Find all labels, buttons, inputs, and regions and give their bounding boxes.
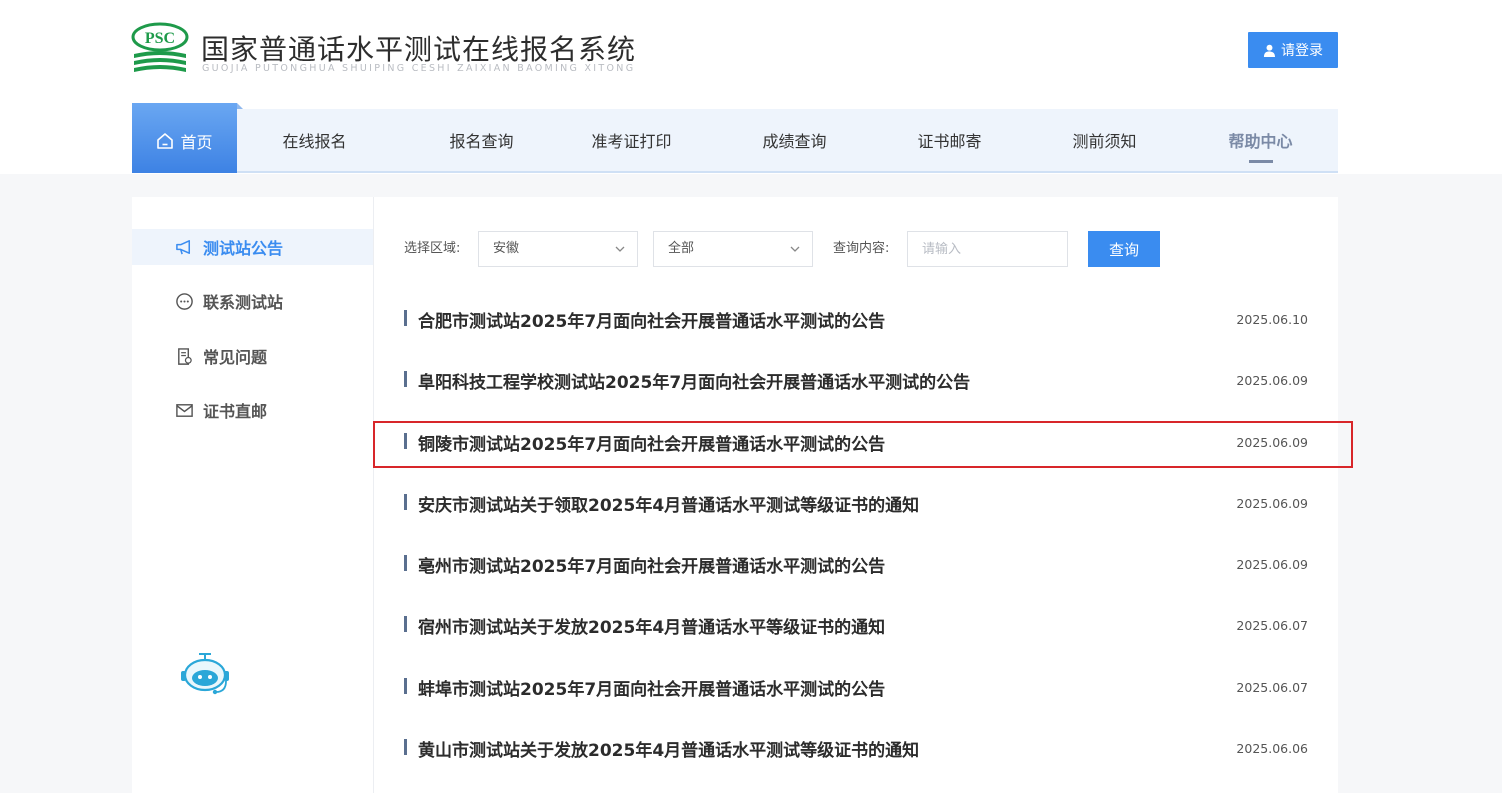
login-label: 请登录 xyxy=(1281,43,1323,59)
content-panel: 测试站公告 联系测试站 常见问题 证书直邮 选择区域: 安徽 全部 查询内容: … xyxy=(132,197,1338,793)
list-item[interactable]: 宿州市测试站关于发放2025年4月普通话水平等级证书的通知 2025.06.07 xyxy=(374,596,1338,657)
list-item-title[interactable]: 蚌埠市测试站2025年7月面向社会开展普通话水平测试的公告 xyxy=(418,675,885,700)
nav-online-registration[interactable]: 在线报名 xyxy=(237,109,392,171)
query-button[interactable]: 查询 xyxy=(1088,231,1160,267)
region-select[interactable]: 安徽 xyxy=(478,231,638,267)
list-item[interactable]: 阜阳科技工程学校测试站2025年7月面向社会开展普通话水平测试的公告 2025.0… xyxy=(374,351,1338,412)
list-item-marker xyxy=(404,493,407,510)
list-item-title[interactable]: 阜阳科技工程学校测试站2025年7月面向社会开展普通话水平测试的公告 xyxy=(418,368,970,393)
sidebar-item-station-announcements[interactable]: 测试站公告 xyxy=(132,229,373,265)
list-item-date: 2025.06.10 xyxy=(1236,312,1308,327)
nav-home[interactable]: 首页 xyxy=(132,103,237,173)
nav-home-label: 首页 xyxy=(180,133,213,152)
sidebar-item-faq[interactable]: 常见问题 xyxy=(132,338,373,374)
list-item-date: 2025.06.09 xyxy=(1236,557,1308,573)
psc-logo-icon: PSC xyxy=(131,22,189,72)
list-item-title[interactable]: 安庆市测试站关于领取2025年4月普通话水平测试等级证书的通知 xyxy=(418,491,919,516)
list-item-title[interactable]: 黄山市测试站关于发放2025年4月普通话水平测试等级证书的通知 xyxy=(418,736,919,761)
chat-icon xyxy=(176,292,193,310)
sidebar-item-label: 联系测试站 xyxy=(203,293,284,312)
list-item[interactable]: 合肥市测试站2025年7月面向社会开展普通话水平测试的公告 2025.06.10 xyxy=(374,290,1338,351)
list-item-marker xyxy=(404,677,407,694)
region-label: 选择区域: xyxy=(404,241,461,256)
home-icon xyxy=(157,133,174,149)
main-nav: 首页 在线报名 报名查询 准考证打印 成绩查询 证书邮寄 测前须知 帮助中心 xyxy=(132,103,1338,173)
sidebar-item-contact-station[interactable]: 联系测试站 xyxy=(132,283,373,319)
announcement-list: 合肥市测试站2025年7月面向社会开展普通话水平测试的公告 2025.06.10 … xyxy=(374,290,1338,780)
list-item[interactable]: 安庆市测试站关于领取2025年4月普通话水平测试等级证书的通知 2025.06.0… xyxy=(374,474,1338,535)
sidebar-item-certificate-direct-mail[interactable]: 证书直邮 xyxy=(132,392,373,428)
list-item-date: 2025.06.09 xyxy=(1236,434,1308,450)
list-item[interactable]: 铜陵市测试站2025年7月面向社会开展普通话水平测试的公告 2025.06.09 xyxy=(374,413,1338,474)
list-item[interactable]: 亳州市测试站2025年7月面向社会开展普通话水平测试的公告 2025.06.09 xyxy=(374,535,1338,596)
megaphone-icon xyxy=(176,239,191,254)
chevron-down-icon xyxy=(615,246,625,252)
nav-score-query[interactable]: 成绩查询 xyxy=(717,109,872,171)
list-item-marker xyxy=(404,371,407,388)
list-item-date: 2025.06.09 xyxy=(1236,495,1308,511)
sidebar-item-label: 测试站公告 xyxy=(203,239,284,258)
site-logo[interactable]: PSC 国家普通话水平测试在线报名系统 GUOJIA PUTONGHUA SHU… xyxy=(131,22,691,82)
sidebar-item-label: 常见问题 xyxy=(203,348,268,367)
top-header: PSC 国家普通话水平测试在线报名系统 GUOJIA PUTONGHUA SHU… xyxy=(0,0,1502,174)
chevron-down-icon xyxy=(790,246,800,252)
robot-assistant-icon[interactable] xyxy=(178,652,232,696)
login-button[interactable]: 请登录 xyxy=(1248,32,1338,68)
list-item-title[interactable]: 亳州市测试站2025年7月面向社会开展普通话水平测试的公告 xyxy=(418,552,885,577)
site-subtitle: GUOJIA PUTONGHUA SHUIPING CESHI ZAIXIAN … xyxy=(202,63,636,74)
list-item-marker xyxy=(404,555,407,572)
query-input[interactable] xyxy=(907,231,1068,267)
list-item[interactable]: 黄山市测试站关于发放2025年4月普通话水平测试等级证书的通知 2025.06.0… xyxy=(374,719,1338,780)
filter-bar: 选择区域: 安徽 全部 查询内容: 查询 xyxy=(404,231,1204,267)
logo-text: PSC xyxy=(145,30,175,47)
list-item[interactable]: 蚌埠市测试站2025年7月面向社会开展普通话水平测试的公告 2025.06.07 xyxy=(374,658,1338,719)
query-label: 查询内容: xyxy=(833,241,890,256)
document-icon xyxy=(178,347,192,365)
sub-region-select[interactable]: 全部 xyxy=(653,231,813,267)
list-item-date: 2025.06.07 xyxy=(1236,679,1308,695)
nav-registration-query[interactable]: 报名查询 xyxy=(404,109,559,171)
list-item-title[interactable]: 铜陵市测试站2025年7月面向社会开展普通话水平测试的公告 xyxy=(418,430,885,455)
list-item-date: 2025.06.09 xyxy=(1236,373,1308,389)
list-item-title[interactable]: 宿州市测试站关于发放2025年4月普通话水平等级证书的通知 xyxy=(418,613,885,638)
mail-icon xyxy=(176,403,193,417)
nav-certificate-mailing[interactable]: 证书邮寄 xyxy=(872,109,1027,171)
nav-pre-test-notice[interactable]: 测前须知 xyxy=(1027,109,1182,171)
list-item-marker xyxy=(404,616,407,633)
nav-admission-ticket-print[interactable]: 准考证打印 xyxy=(554,109,709,171)
region-select-value: 安徽 xyxy=(493,241,520,256)
list-item-date: 2025.06.07 xyxy=(1236,618,1308,634)
sub-region-select-value: 全部 xyxy=(668,241,695,256)
user-icon xyxy=(1263,44,1276,57)
list-item-marker xyxy=(404,310,407,326)
nav-help-center[interactable]: 帮助中心 xyxy=(1183,109,1338,171)
sidebar: 测试站公告 联系测试站 常见问题 证书直邮 xyxy=(132,197,374,793)
list-item-marker xyxy=(404,739,407,756)
list-item-marker xyxy=(404,432,407,449)
site-title: 国家普通话水平测试在线报名系统 xyxy=(201,33,637,66)
sidebar-item-label: 证书直邮 xyxy=(203,402,268,421)
list-item-date: 2025.06.06 xyxy=(1236,741,1308,757)
list-item-title[interactable]: 合肥市测试站2025年7月面向社会开展普通话水平测试的公告 xyxy=(418,307,885,332)
